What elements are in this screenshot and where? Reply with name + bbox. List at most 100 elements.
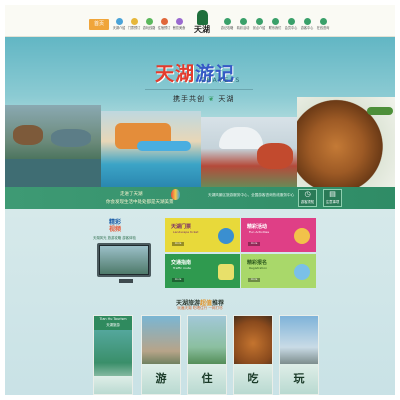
tile-traffic[interactable]: 交通指南 Traffic route more	[165, 254, 240, 288]
hotel-icon	[160, 18, 168, 25]
visitor-notice-button[interactable]: ◷ 游客须知	[298, 189, 317, 207]
activity-character-icon	[294, 228, 310, 244]
tile-title: 精彩活动	[247, 224, 268, 230]
tile-tickets[interactable]: 天湖门票 Landscape ticket more	[165, 218, 240, 252]
registration-character-icon	[294, 264, 310, 280]
nav-label: 精彩活动	[236, 26, 250, 30]
nav-label: 游客中心	[300, 26, 314, 30]
tile-more-link[interactable]: more	[248, 278, 260, 282]
hero-title-red: 天湖	[155, 63, 196, 85]
nav-label: 景点介绍	[252, 26, 266, 30]
nav-item-member[interactable]: 会员中心	[283, 18, 299, 31]
hero-photo-water-park	[101, 111, 201, 187]
home-button[interactable]: 首页	[89, 19, 109, 30]
flag-icon	[303, 18, 311, 25]
featured-video-title: 精彩 视频	[109, 219, 121, 233]
card-label: 玩	[293, 372, 305, 385]
featured-video-desc: 天湖风光 旅游攻略 游客体验	[93, 236, 136, 240]
video-player[interactable]	[97, 243, 151, 283]
nav-item-tickets[interactable]: 门票预订	[126, 18, 142, 31]
ticket-character-icon	[218, 228, 234, 244]
garnish-shape	[367, 107, 393, 115]
nav-item-food[interactable]: 餐饮美食	[171, 18, 187, 31]
card-header-cn: 天湖旅游	[106, 323, 120, 327]
nav-label: 住宿预订	[157, 26, 171, 30]
tile-more-link[interactable]: more	[172, 278, 184, 282]
recommend-card-tourism[interactable]: Tian Hu Tourism 天湖旅游	[93, 315, 133, 395]
tile-title: 交通指南	[171, 260, 192, 266]
hero-photo-food-dish	[297, 97, 395, 187]
tile-subtitle: Traffic route	[173, 266, 191, 270]
hero-banner[interactable]: 天湖游记 TRAVELS 携手共创 ❦ 天湖	[5, 37, 395, 187]
recommend-subtitle: 玩遍天湖 吃喝住行 一网打尽	[177, 306, 223, 310]
hero-divider	[145, 89, 253, 90]
tile-title: 天湖门票	[171, 224, 192, 230]
clock-icon: ◷	[304, 190, 311, 198]
ticket-icon	[130, 18, 138, 25]
hero-subtitle-main: 携手共创	[173, 95, 205, 103]
chat-icon	[319, 18, 327, 25]
recommend-card-play[interactable]: 玩	[279, 315, 319, 395]
nav-item-intro[interactable]: 天湖介绍	[111, 18, 127, 31]
card-photo-lower	[94, 376, 132, 394]
slide-shape	[137, 141, 191, 151]
info-bar: 走进了天湖 你会发现生活中处处都是天湖美景 天湖风景区旅游服务中心，全国游客咨询…	[5, 187, 395, 209]
nav-label: 联系我们	[268, 26, 282, 30]
nav-label: 会员中心	[284, 26, 298, 30]
tile-subtitle: Landscape ticket	[173, 230, 199, 234]
building-shape	[13, 125, 43, 145]
hero-subtitle-tail: 天湖	[218, 95, 235, 103]
tile-subtitle: Registration	[249, 266, 268, 270]
hero-subtitle: 携手共创 ❦ 天湖	[173, 94, 234, 104]
route-icon	[145, 18, 153, 25]
nav-item-scenic[interactable]: 景点介绍	[251, 18, 267, 31]
featured-title-line2: 视频	[109, 226, 122, 233]
nav-item-hotels[interactable]: 住宿预订	[156, 18, 172, 31]
logo-text: 天湖	[194, 24, 210, 34]
hero-photo-snow-lodge	[201, 117, 297, 187]
site-logo[interactable]: 天湖	[189, 9, 215, 35]
dome-shape	[219, 127, 263, 149]
hero-photo-lake-town	[5, 105, 101, 187]
nav-item-activities[interactable]: 精彩活动	[235, 18, 251, 31]
document-icon: ▤	[329, 190, 336, 198]
top-navigation-bar: 首页 天湖介绍 门票预订 游玩线路 住宿预订 餐饮美食 天湖 游记攻略 精彩活动…	[5, 5, 395, 37]
nav-item-routes[interactable]: 游玩线路	[141, 18, 157, 31]
card-label: 住	[201, 372, 213, 385]
autumn-tree-shape	[257, 143, 293, 169]
building-shape	[51, 129, 91, 147]
water-shape	[5, 159, 101, 187]
recommend-card-tour[interactable]: 游	[141, 315, 181, 395]
info-icon	[115, 18, 123, 25]
tile-title: 精彩报名	[247, 260, 268, 266]
hero-title-english: TRAVELS	[201, 77, 242, 84]
nav-label: 天湖介绍	[112, 26, 126, 30]
nav-item-visitor-center[interactable]: 游客中心	[299, 18, 315, 31]
featured-title-line1: 精彩	[109, 219, 122, 226]
monitor-stand	[119, 279, 133, 283]
card-label: 吃	[247, 372, 259, 385]
tile-registration[interactable]: 精彩报名 Registration more	[241, 254, 316, 288]
tile-more-link[interactable]: more	[248, 242, 260, 246]
nav-label: 在线咨询	[316, 26, 330, 30]
info-service-text: 天湖风景区旅游服务中心，全国游客咨询热线服务中心	[208, 193, 295, 197]
nav-label: 门票预订	[127, 26, 141, 30]
phone-icon	[271, 18, 279, 25]
nav-label: 游玩线路	[142, 26, 156, 30]
leaf-icon: ❦	[208, 95, 216, 103]
recommend-card-eat[interactable]: 吃	[233, 315, 273, 395]
nav-label: 游记攻略	[220, 26, 234, 30]
nav-label: 餐饮美食	[172, 26, 186, 30]
precautions-button[interactable]: ▤ 注意事项	[323, 189, 342, 207]
nav-item-contact[interactable]: 联系我们	[267, 18, 283, 31]
nav-item-guides[interactable]: 游记攻略	[219, 18, 235, 31]
tile-more-link[interactable]: more	[172, 242, 184, 246]
mountain-icon	[255, 18, 263, 25]
tile-activities[interactable]: 精彩活动 Fun Activities more	[241, 218, 316, 252]
nav-item-consult[interactable]: 在线咨询	[315, 18, 331, 31]
video-screen	[100, 246, 148, 274]
visitor-notice-label: 游客须知	[300, 200, 315, 204]
info-slogan-2: 你会发现生活中处处都是天湖美景	[106, 200, 174, 205]
logo-emblem-icon	[197, 10, 208, 25]
recommend-card-stay[interactable]: 住	[187, 315, 227, 395]
